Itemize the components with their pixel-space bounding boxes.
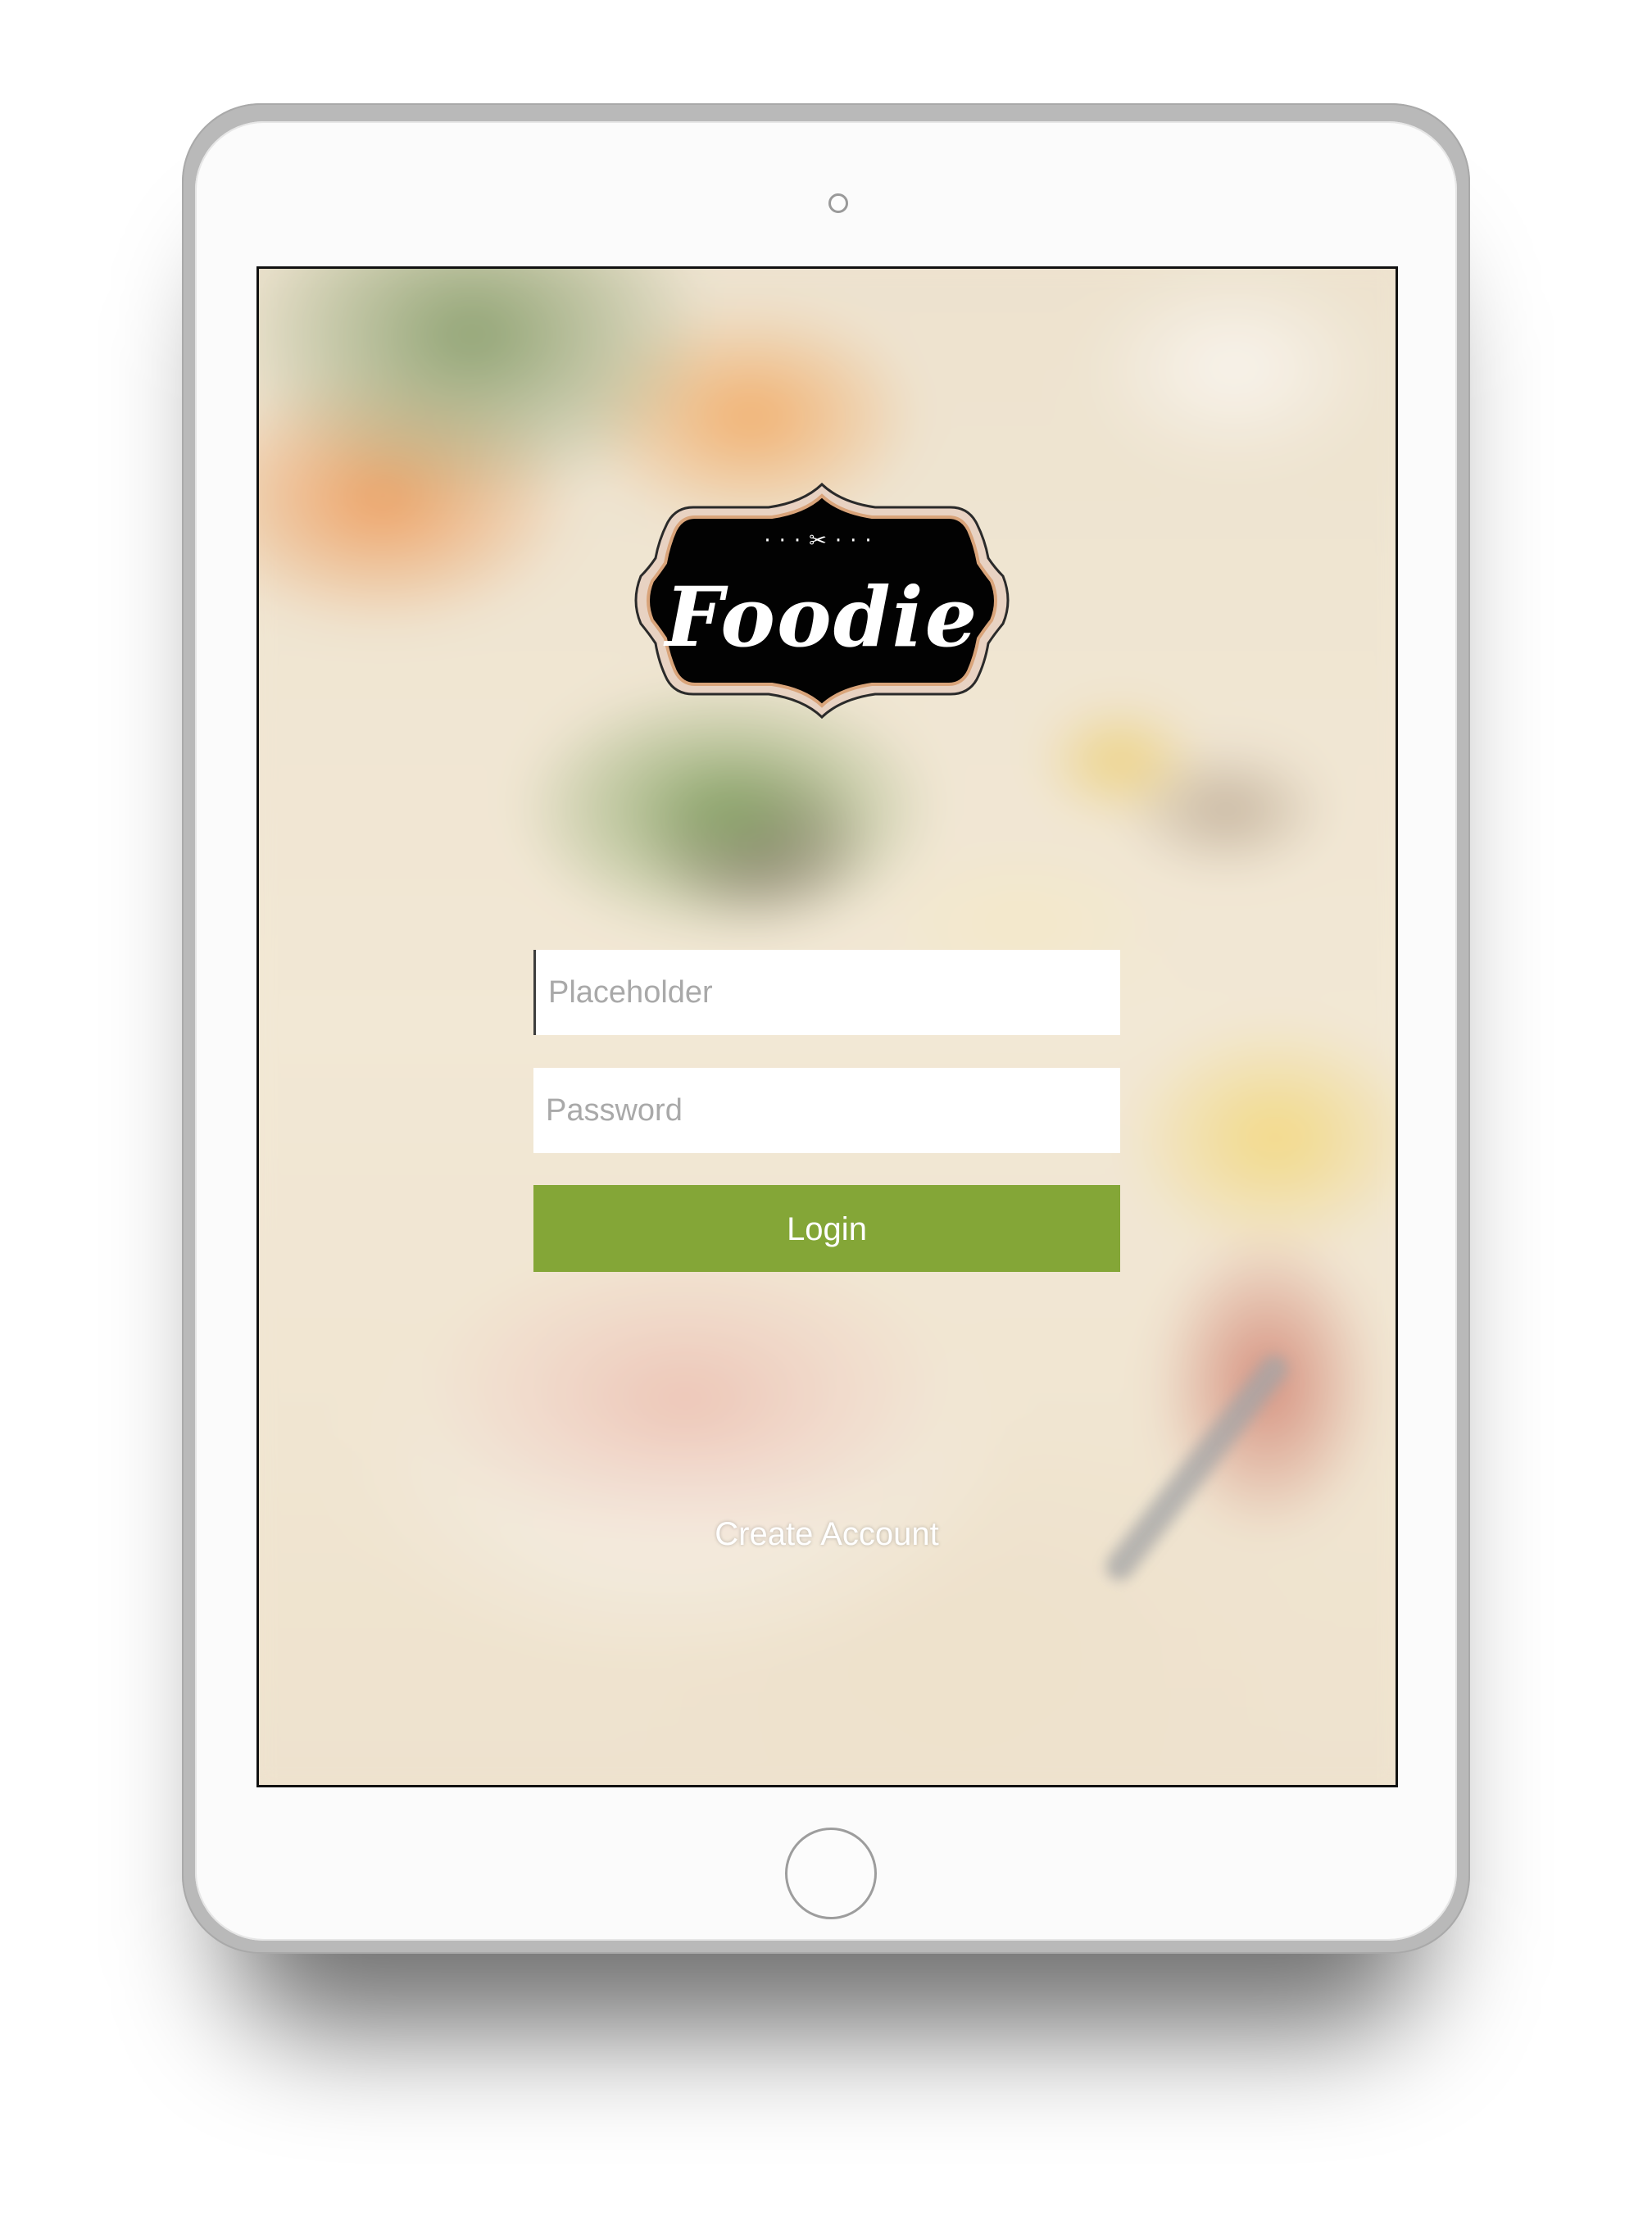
username-input[interactable] bbox=[533, 950, 1120, 1035]
page-stage: ···✂··· Foodie Login Create Account bbox=[0, 0, 1652, 2216]
front-camera bbox=[828, 193, 848, 213]
login-button[interactable]: Login bbox=[533, 1185, 1120, 1272]
app-screen: ···✂··· Foodie Login Create Account bbox=[256, 266, 1398, 1787]
home-button[interactable] bbox=[785, 1828, 877, 1919]
brand-wordmark: Foodie bbox=[665, 569, 979, 665]
create-account-link[interactable]: Create Account bbox=[533, 1516, 1120, 1553]
fork-and-knife-icon: ···✂··· bbox=[764, 529, 880, 553]
password-input[interactable] bbox=[533, 1068, 1120, 1153]
foodie-logo: ···✂··· Foodie bbox=[629, 478, 1014, 724]
